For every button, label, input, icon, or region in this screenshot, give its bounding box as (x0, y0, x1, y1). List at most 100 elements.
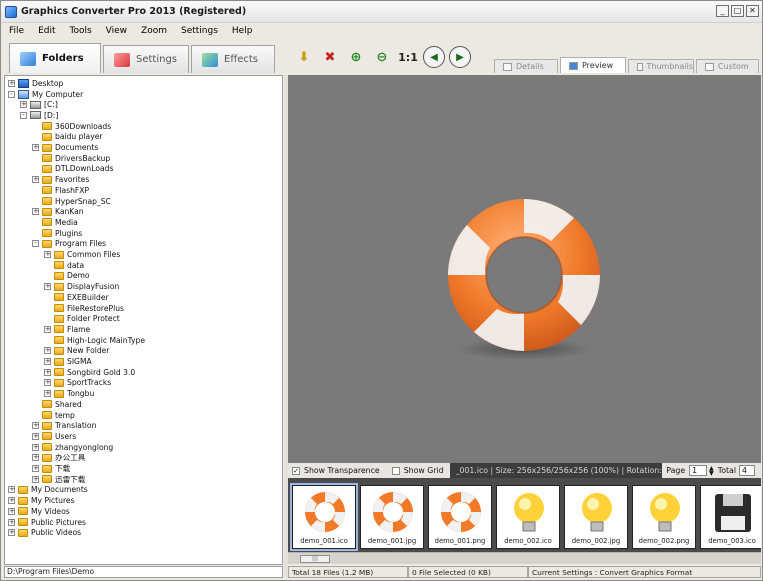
thumbnail-item[interactable]: demo_001.ico (290, 483, 358, 551)
tree-item[interactable]: + DisplayFusion (44, 281, 119, 292)
tree-item[interactable]: - [D:] (20, 110, 58, 121)
tree-item[interactable]: EXEBuilder (44, 292, 109, 303)
tree-item[interactable]: + KanKan (32, 206, 84, 217)
expand-icon[interactable]: + (8, 497, 15, 505)
expand-icon[interactable]: + (32, 432, 39, 440)
tree-item[interactable]: data (44, 260, 84, 271)
tree-item[interactable]: 360Downloads (32, 121, 111, 132)
expand-icon[interactable]: + (32, 208, 39, 216)
expand-icon[interactable]: + (32, 443, 39, 451)
page-input[interactable]: 1 (689, 465, 708, 476)
tree-item[interactable]: DTLDownLoads (32, 164, 113, 175)
tree-item[interactable]: + Public Videos (8, 527, 81, 538)
tree-item[interactable]: Plugins (32, 228, 82, 239)
minimize-button[interactable]: _ (716, 5, 729, 17)
collapse-icon[interactable]: - (32, 240, 39, 248)
expand-icon[interactable]: + (44, 390, 51, 398)
tree-item[interactable]: + Songbird Gold 3.0 (44, 367, 135, 378)
expand-icon[interactable]: + (32, 454, 39, 462)
tree-item[interactable]: Media (32, 217, 78, 228)
tree-item[interactable]: - My Computer (8, 89, 83, 100)
expand-icon[interactable]: + (32, 144, 39, 152)
tree-item[interactable]: baidu player (32, 132, 103, 143)
tab-settings[interactable]: Settings (103, 45, 189, 73)
thumbnail-item[interactable]: demo_002.png (632, 485, 696, 549)
preview-area[interactable] (288, 75, 761, 463)
zoom-in-button[interactable]: ⊕ (345, 46, 367, 68)
expand-icon[interactable]: + (44, 368, 51, 376)
tree-item[interactable]: DriversBackup (32, 153, 110, 164)
expand-icon[interactable]: + (8, 529, 15, 537)
transparence-option[interactable]: ✓ Show Transparence Show Grid (288, 463, 450, 478)
page-spinner-icon[interactable]: ▲ ▼ (709, 465, 714, 476)
tree-item[interactable]: HyperSnap_SC (32, 196, 111, 207)
menu-help[interactable]: Help (232, 26, 253, 36)
close-button[interactable]: ✕ (746, 5, 759, 17)
expand-icon[interactable]: + (44, 358, 51, 366)
convert-button[interactable]: ⬇ (293, 46, 315, 68)
tree-item[interactable]: + Common Files (44, 249, 120, 260)
tree-item[interactable]: FileRestorePlus (44, 303, 124, 314)
folder-tree[interactable]: + Desktop - My Computer + [C:] - [D:] 360Downloa… (4, 75, 283, 565)
tree-item[interactable]: Demo (44, 271, 90, 282)
menu-view[interactable]: View (106, 26, 127, 36)
tree-item[interactable]: temp (32, 410, 75, 421)
tree-item[interactable]: + New Folder (44, 346, 109, 357)
tree-item[interactable]: High-Logic MainType (44, 335, 145, 346)
thumbnail-item[interactable]: demo_001.jpg (360, 485, 424, 549)
tree-item[interactable]: + Desktop (8, 78, 63, 89)
collapse-icon[interactable]: - (8, 90, 15, 98)
expand-icon[interactable]: + (44, 283, 51, 291)
menu-zoom[interactable]: Zoom (141, 26, 167, 36)
menu-edit[interactable]: Edit (38, 26, 55, 36)
tab-details[interactable]: Details (494, 59, 558, 73)
tree-item[interactable]: + My Documents (8, 485, 88, 496)
expand-icon[interactable]: + (44, 379, 51, 387)
expand-icon[interactable]: + (44, 347, 51, 355)
tree-item[interactable]: - Program Files (32, 239, 106, 250)
expand-icon[interactable]: + (8, 486, 15, 494)
maximize-button[interactable]: □ (731, 5, 744, 17)
previous-button[interactable]: ◀ (423, 46, 445, 68)
menu-settings[interactable]: Settings (181, 26, 218, 36)
tree-item[interactable]: + Favorites (32, 174, 89, 185)
next-button[interactable]: ▶ (449, 46, 471, 68)
tree-item[interactable]: + Flame (44, 324, 90, 335)
tree-item[interactable]: + 办公工具 (32, 453, 85, 464)
expand-icon[interactable]: + (44, 251, 51, 259)
tab-folders[interactable]: Folders (9, 43, 101, 73)
expand-icon[interactable]: + (32, 465, 39, 473)
tab-effects[interactable]: Effects (191, 45, 275, 73)
tree-item[interactable]: + Public Pictures (8, 517, 86, 528)
scrollbar-thumb[interactable]: ||| (300, 555, 330, 563)
tree-item[interactable]: + My Videos (8, 506, 70, 517)
tree-item[interactable]: FlashFXP (32, 185, 89, 196)
tree-item[interactable]: + zhangyonglong (32, 442, 113, 453)
tree-item[interactable]: Folder Protect (44, 313, 120, 324)
thumbnail-item[interactable]: demo_003.ico (700, 485, 761, 549)
expand-icon[interactable]: + (8, 518, 15, 526)
thumbnail-item[interactable]: demo_001.png (428, 485, 492, 549)
thumbnail-scrollbar[interactable]: ||| (288, 552, 761, 564)
tree-item[interactable]: + 下载 (32, 463, 70, 474)
expand-icon[interactable]: + (20, 101, 27, 109)
tab-preview[interactable]: Preview (560, 57, 626, 73)
thumbnail-item[interactable]: demo_002.ico (496, 485, 560, 549)
thumbnail-item[interactable]: demo_002.jpg (564, 485, 628, 549)
collapse-icon[interactable]: - (20, 111, 27, 119)
tab-thumbnails[interactable]: Thumbnails (628, 59, 694, 73)
menu-file[interactable]: File (9, 26, 24, 36)
tree-item[interactable]: + Documents (32, 142, 98, 153)
tree-item[interactable]: + Tongbu (44, 388, 94, 399)
expand-icon[interactable]: + (8, 79, 15, 87)
zoom-out-button[interactable]: ⊖ (371, 46, 393, 68)
expand-icon[interactable]: + (32, 475, 39, 483)
tree-item[interactable]: + Users (32, 431, 76, 442)
expand-icon[interactable]: + (32, 176, 39, 184)
show-transparence-checkbox[interactable]: ✓ (292, 466, 300, 475)
actual-size-button[interactable]: 1:1 (397, 46, 419, 68)
tree-item[interactable]: + My Pictures (8, 495, 75, 506)
thumbnail-strip[interactable]: demo_001.ico demo_001.jpg demo_001.png demo… (288, 478, 761, 552)
menu-tools[interactable]: Tools (70, 26, 92, 36)
expand-icon[interactable]: + (32, 422, 39, 430)
